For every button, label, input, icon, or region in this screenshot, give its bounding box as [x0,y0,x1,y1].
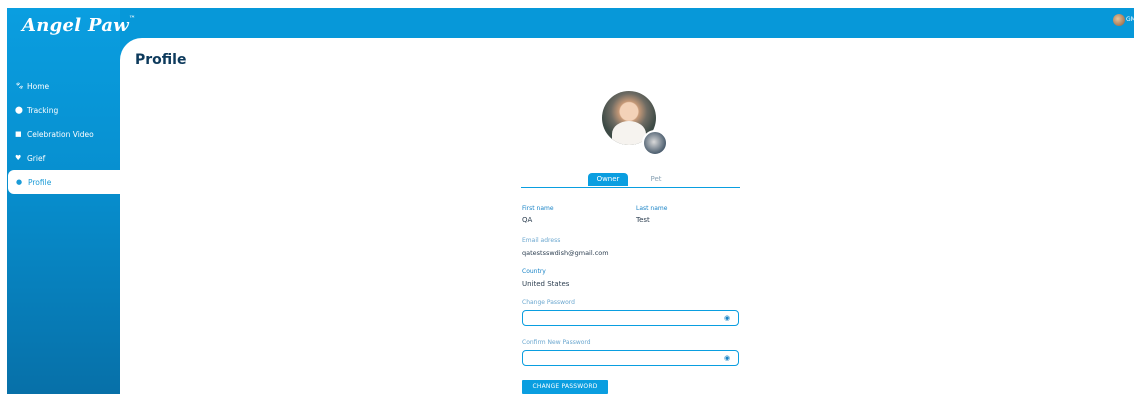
sidebar-item-profile[interactable]: ● Profile [8,170,120,194]
pet-avatar[interactable] [642,130,668,156]
change-password-button[interactable]: CHANGE PASSWORD [522,380,608,394]
logo-trademark: ™ [129,15,136,22]
profile-tabs: Owner Pet [521,173,740,188]
sidebar-item-label: Profile [28,177,52,187]
eye-off-icon[interactable]: ◉ [724,314,733,322]
sidebar-nav: 🐾︎ Home ⬤ Tracking ■ Celebration Video ♥… [7,74,120,194]
first-name-value: QA [522,216,533,224]
person-heart-icon: ♥ [15,154,22,162]
user-initials[interactable]: GM [1126,16,1134,23]
logo-text: Angel Paw [22,15,130,36]
change-password-input[interactable]: ◉ [522,310,739,326]
sidebar [7,8,120,394]
tab-pet[interactable]: Pet [641,173,671,186]
location-pin-icon: ⬤ [15,106,23,114]
email-label: Email adress [522,237,561,244]
first-name-label: First name [522,205,554,212]
app-logo[interactable]: Angel Paw™ [22,15,135,36]
last-name-value: Test [636,216,650,224]
sidebar-item-label: Tracking [27,105,59,115]
page-title: Profile [135,52,187,68]
paw-icon: 🐾︎ [15,82,24,90]
sidebar-item-label: Home [27,81,50,91]
top-bar [7,8,1134,38]
country-label: Country [522,268,546,275]
video-icon: ■ [15,130,22,138]
change-password-label: Change Password [522,299,575,306]
sidebar-item-label: Grief [27,153,46,163]
person-icon: ● [16,178,23,186]
eye-off-icon[interactable]: ◉ [724,354,733,362]
last-name-label: Last name [636,205,668,212]
confirm-password-input[interactable]: ◉ [522,350,739,366]
country-value: United States [522,280,570,288]
tab-owner[interactable]: Owner [588,173,628,186]
confirm-password-label: Confirm New Password [522,339,591,346]
sidebar-item-celebration-video[interactable]: ■ Celebration Video [7,122,120,146]
sidebar-item-label: Celebration Video [27,129,94,139]
sidebar-item-grief[interactable]: ♥ Grief [7,146,120,170]
sidebar-item-home[interactable]: 🐾︎ Home [7,74,120,98]
email-value: qatestsswdish@gmail.com [522,249,609,257]
user-avatar[interactable] [1113,14,1125,26]
sidebar-item-tracking[interactable]: ⬤ Tracking [7,98,120,122]
